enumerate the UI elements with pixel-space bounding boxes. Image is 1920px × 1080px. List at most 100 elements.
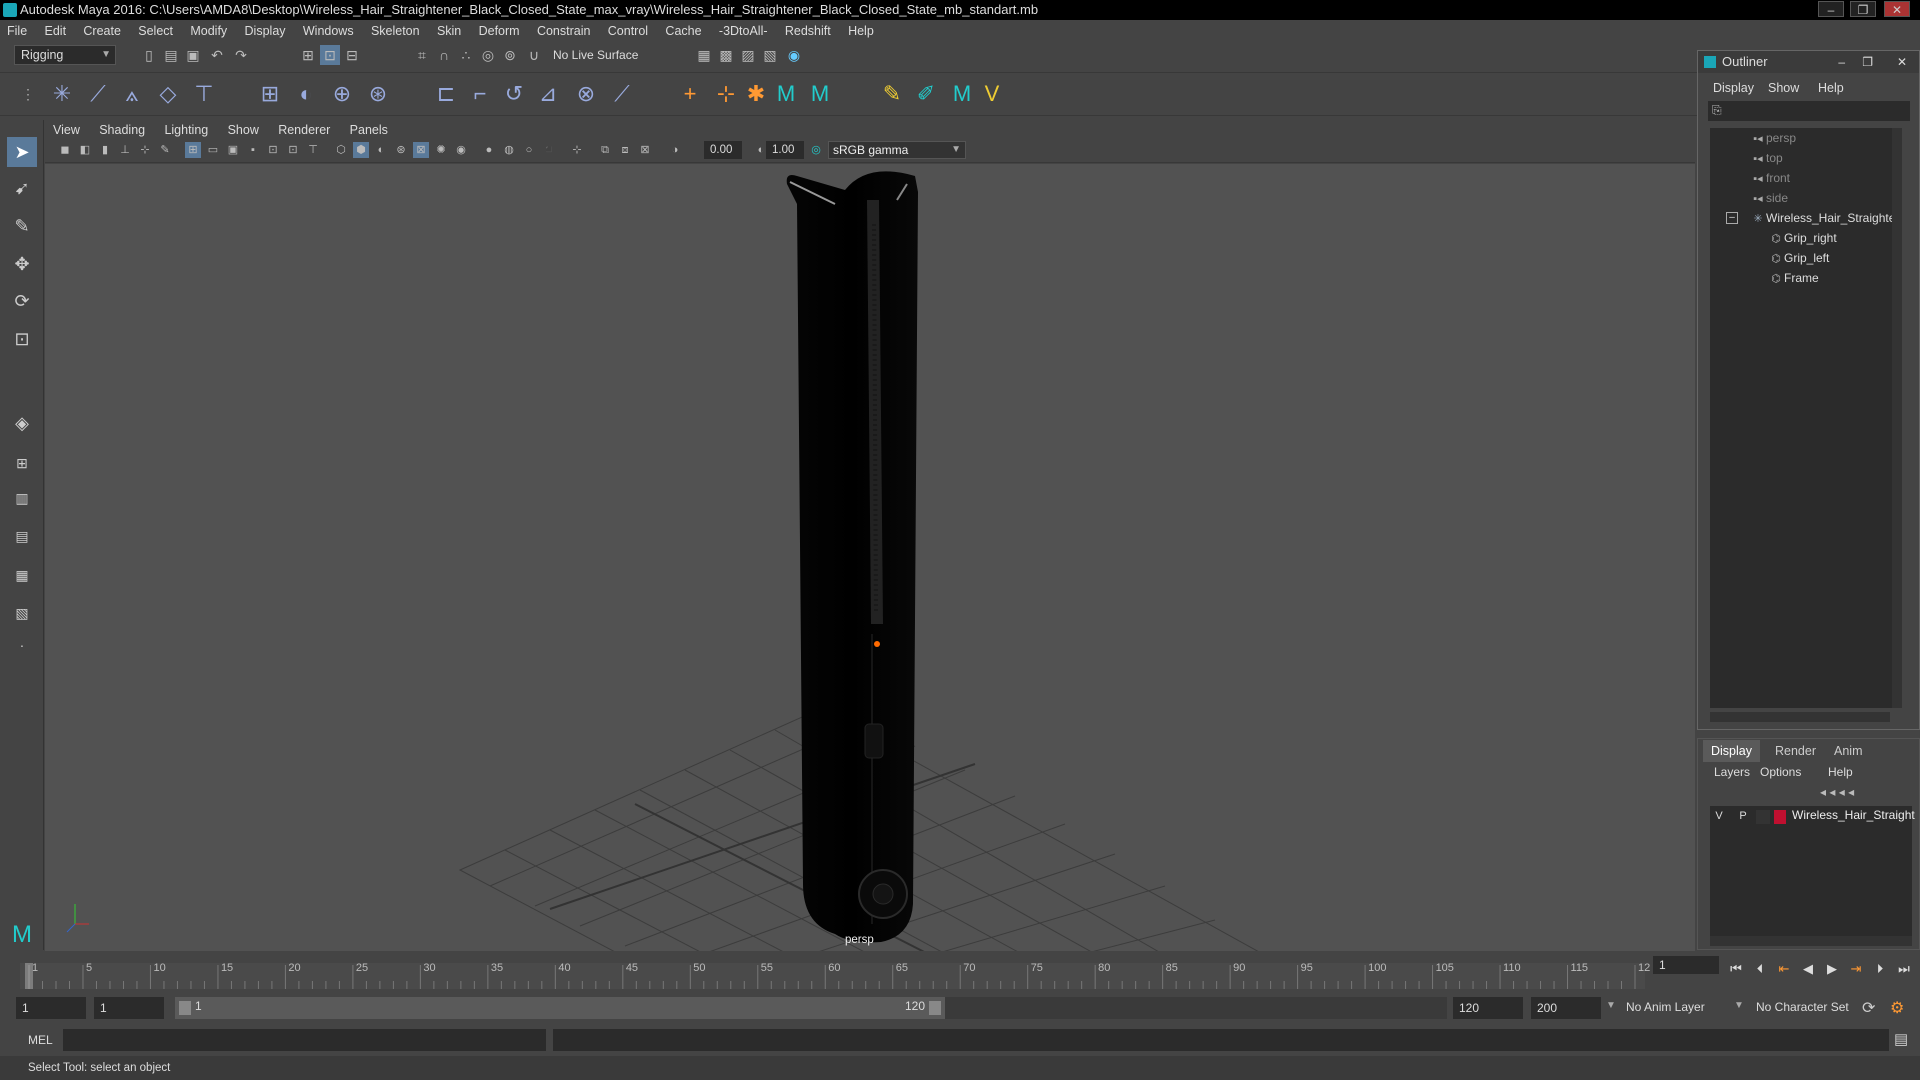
- tab-render[interactable]: Render: [1767, 740, 1824, 762]
- snap-surface-icon[interactable]: ⊚: [500, 45, 520, 65]
- menu-skeleton[interactable]: Skeleton: [364, 20, 427, 42]
- menu-help[interactable]: Help: [841, 20, 881, 42]
- current-time-indicator[interactable]: [25, 963, 33, 989]
- menu-edit[interactable]: Edit: [38, 20, 74, 42]
- chevron-down-icon[interactable]: ▼: [1606, 1000, 1616, 1011]
- snap-curve-icon[interactable]: ∩: [434, 45, 454, 65]
- render-settings-icon[interactable]: ▦: [694, 45, 714, 65]
- human-ik-icon[interactable]: ✱: [741, 79, 771, 109]
- bind-skin-icon[interactable]: ⊞: [255, 79, 285, 109]
- cluster-icon[interactable]: ⊛: [363, 79, 393, 109]
- layer-menu-help[interactable]: Help: [1828, 765, 1853, 779]
- render-frame-icon[interactable]: ▩: [716, 45, 736, 65]
- maximize-icon[interactable]: ❐: [1862, 51, 1873, 73]
- locator-icon[interactable]: +: [675, 79, 705, 109]
- outliner-hscrollbar[interactable]: [1710, 712, 1890, 722]
- color-management-icon[interactable]: ◎: [808, 142, 824, 158]
- play-forwards-button[interactable]: ▶: [1823, 960, 1841, 978]
- menu-modify[interactable]: Modify: [183, 20, 234, 42]
- end-time-field[interactable]: 200: [1531, 997, 1601, 1019]
- camera-icon[interactable]: ◼: [57, 142, 73, 158]
- single-view-icon[interactable]: ◈: [7, 408, 37, 438]
- layer-new-icon[interactable]: ◂ ◂ ◂ ◂: [1820, 785, 1854, 799]
- outliner-search-field[interactable]: ⎘: [1708, 101, 1910, 121]
- screen-space-ao-icon[interactable]: ●: [481, 142, 497, 158]
- select-component-icon[interactable]: ⊟: [342, 45, 362, 65]
- select-object-icon[interactable]: ⊡: [320, 45, 340, 65]
- playback-start-field[interactable]: 1: [94, 997, 164, 1019]
- paint-weights-icon[interactable]: ✎: [877, 79, 907, 109]
- maya-m-icon[interactable]: M: [771, 79, 801, 109]
- preferences-icon[interactable]: ⚙: [1890, 998, 1904, 1018]
- shadows-icon[interactable]: ◉: [453, 142, 469, 158]
- scale-tool-icon[interactable]: ⊡: [7, 324, 37, 354]
- minimize-icon[interactable]: –: [1838, 51, 1845, 73]
- use-lights-icon[interactable]: ✺: [433, 142, 449, 158]
- smooth-bind-icon[interactable]: ◐: [291, 79, 321, 109]
- hypershade-icon[interactable]: ◉: [784, 45, 804, 65]
- play-backwards-button[interactable]: ◀: [1799, 960, 1817, 978]
- menu-skin[interactable]: Skin: [430, 20, 468, 42]
- shelf-options-icon[interactable]: ⋮: [13, 79, 43, 109]
- step-forward-frame-button[interactable]: ⏵: [1871, 960, 1889, 978]
- menu-cache[interactable]: Cache: [658, 20, 708, 42]
- panel-menu-panels[interactable]: Panels: [342, 120, 396, 140]
- outliner-item-front[interactable]: ▪◂ front: [1750, 168, 1790, 188]
- field-chart-icon[interactable]: ⊡: [265, 142, 281, 158]
- step-back-frame-button[interactable]: ⏴: [1751, 960, 1769, 978]
- menu-3dtoall[interactable]: -3DtoAll-: [712, 20, 775, 42]
- joint-tool-icon[interactable]: ✳: [47, 79, 77, 109]
- magnet-icon[interactable]: ∪: [524, 45, 544, 65]
- ik-joint-icon[interactable]: ⊹: [711, 79, 741, 109]
- resolution-gate-icon[interactable]: ▣: [225, 142, 241, 158]
- current-frame-field[interactable]: 1: [1653, 956, 1719, 974]
- menu-constrain[interactable]: Constrain: [530, 20, 598, 42]
- layer-playback-toggle[interactable]: P: [1736, 810, 1750, 822]
- script-editor-icon[interactable]: ▤: [1894, 1030, 1908, 1048]
- parent-constraint-icon[interactable]: ⊏: [431, 79, 461, 109]
- menu-windows[interactable]: Windows: [296, 20, 361, 42]
- textured-icon[interactable]: ⊠: [413, 142, 429, 158]
- menu-control[interactable]: Control: [601, 20, 655, 42]
- scale-constraint-icon[interactable]: ⊿: [533, 79, 563, 109]
- menuset-dropdown[interactable]: Rigging ▼: [14, 45, 116, 65]
- outliner-vscrollbar[interactable]: [1892, 128, 1902, 708]
- orient-joint-icon[interactable]: ⊤: [189, 79, 219, 109]
- smooth-shade-icon[interactable]: ⬢: [353, 142, 369, 158]
- layer-type-toggle[interactable]: [1756, 810, 1770, 824]
- bookmark-icon[interactable]: ▮: [97, 142, 113, 158]
- outliner-list[interactable]: ▪◂ persp ▪◂ top ▪◂ front ▪◂ side – ✳ Wireless…: [1710, 128, 1902, 722]
- outliner-menu-display[interactable]: Display: [1713, 81, 1754, 95]
- layer-menu-options[interactable]: Options: [1760, 765, 1801, 779]
- minimize-button[interactable]: –: [1818, 1, 1844, 17]
- toolbox-options-icon[interactable]: ·: [7, 630, 37, 660]
- pole-vector-icon[interactable]: ⟋: [607, 79, 637, 109]
- maya-m2-icon[interactable]: M: [805, 79, 835, 109]
- gate-mask-icon[interactable]: ▪: [245, 142, 261, 158]
- range-slider[interactable]: 1 120: [175, 997, 945, 1019]
- two-stack-icon[interactable]: ▤: [7, 521, 37, 551]
- maximize-button[interactable]: ❐: [1850, 1, 1876, 17]
- panel-menu-view[interactable]: View: [45, 120, 88, 140]
- v-tool-icon[interactable]: V: [977, 79, 1007, 109]
- exposure-field[interactable]: 0.00: [704, 141, 742, 159]
- render-view-icon[interactable]: ▧: [760, 45, 780, 65]
- rotate-tool-icon[interactable]: ⟳: [7, 286, 37, 316]
- select-tool-icon[interactable]: ➤: [7, 137, 37, 167]
- orient-constraint-icon[interactable]: ↺: [499, 79, 529, 109]
- menu-file[interactable]: File: [0, 20, 34, 42]
- film-gate-icon[interactable]: ▭: [205, 142, 221, 158]
- save-scene-icon[interactable]: ▣: [183, 45, 203, 65]
- exposure-icon[interactable]: ◑: [667, 142, 683, 158]
- character-set-dropdown[interactable]: No Character Set: [1756, 1000, 1849, 1014]
- open-scene-icon[interactable]: ▤: [161, 45, 181, 65]
- grease-pencil-icon[interactable]: ✎: [157, 142, 173, 158]
- close-button[interactable]: ✕: [1884, 1, 1910, 17]
- panel-menu-shading[interactable]: Shading: [91, 120, 153, 140]
- outliner-item-top[interactable]: ▪◂ top: [1750, 148, 1782, 168]
- move-tool-icon[interactable]: ✥: [7, 249, 37, 279]
- default-material-icon[interactable]: ◐: [373, 142, 389, 158]
- start-time-field[interactable]: 1: [16, 997, 86, 1019]
- isolate-select-icon[interactable]: ⊹: [569, 142, 585, 158]
- two-side-icon[interactable]: ▥: [7, 483, 37, 513]
